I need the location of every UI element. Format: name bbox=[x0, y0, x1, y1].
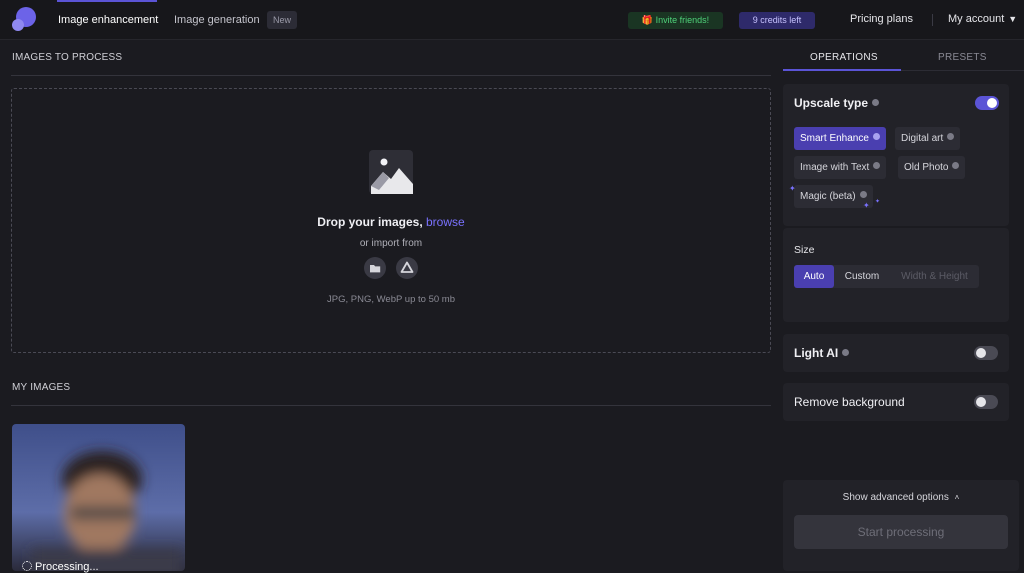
tab-operations[interactable]: OPERATIONS bbox=[810, 52, 878, 63]
upscale-option-image-with-text[interactable]: Image with Text bbox=[794, 156, 887, 179]
size-card: Size Auto Custom Width & Height bbox=[783, 228, 1009, 322]
size-heading: Size bbox=[794, 244, 815, 256]
info-icon[interactable] bbox=[947, 133, 955, 140]
light-ai-title: Light AI bbox=[794, 346, 839, 360]
upscale-option-smart-enhance[interactable]: Smart Enhance bbox=[794, 127, 886, 150]
processing-label: Processing... bbox=[35, 561, 99, 573]
show-advanced-options-button[interactable]: Show advanced options ˄ bbox=[783, 492, 1019, 503]
invite-friends-button[interactable]: 🎁 Invite friends! bbox=[628, 12, 723, 29]
remove-background-title: Remove background bbox=[794, 395, 905, 409]
image-placeholder-icon bbox=[369, 150, 413, 194]
file-format-hint: JPG, PNG, WebP up to 50 mb bbox=[327, 294, 455, 305]
size-option-custom[interactable]: Custom bbox=[838, 265, 886, 288]
upscale-type-toggle[interactable] bbox=[975, 96, 999, 110]
browse-link[interactable]: browse bbox=[426, 215, 465, 229]
remove-background-card: Remove background bbox=[783, 383, 1009, 421]
nav-image-enhancement[interactable]: Image enhancement bbox=[58, 13, 158, 27]
chip-label: Image with Text bbox=[800, 162, 870, 173]
upscale-type-heading: Upscale type bbox=[794, 96, 880, 110]
processing-status: Processing... bbox=[22, 561, 99, 573]
app-logo[interactable] bbox=[12, 7, 36, 31]
sparkle-icon: ✦ bbox=[863, 201, 870, 210]
info-icon[interactable] bbox=[842, 349, 850, 356]
active-tab-indicator bbox=[783, 69, 901, 71]
chip-label: Magic (beta) bbox=[800, 191, 856, 202]
sparkle-icon: ✦ bbox=[875, 199, 881, 205]
my-images-heading: MY IMAGES bbox=[12, 382, 71, 393]
chevron-up-icon: ˄ bbox=[954, 493, 960, 502]
top-bar: Image enhancement Image generation New 🎁… bbox=[0, 0, 1024, 40]
upscale-option-magic-beta[interactable]: Magic (beta) bbox=[794, 185, 873, 208]
my-account-menu[interactable]: My account ▼ bbox=[948, 13, 1017, 25]
tab-presets[interactable]: PRESETS bbox=[938, 52, 987, 63]
credits-badge[interactable]: 9 credits left bbox=[739, 12, 815, 29]
toggle-knob bbox=[976, 348, 986, 358]
size-segmented-control: Auto Custom Width & Height bbox=[794, 265, 979, 288]
toggle-knob bbox=[976, 397, 986, 407]
header-divider bbox=[932, 14, 933, 26]
show-advanced-options-label: Show advanced options bbox=[842, 492, 949, 503]
chip-label: Digital art bbox=[901, 133, 944, 144]
images-to-process-heading: IMAGES TO PROCESS bbox=[12, 52, 123, 63]
nav-image-generation[interactable]: Image generation bbox=[174, 13, 260, 27]
section-divider bbox=[11, 405, 771, 406]
light-ai-card: Light AI bbox=[783, 334, 1009, 372]
start-processing-button[interactable]: Start processing bbox=[794, 515, 1008, 549]
info-icon[interactable] bbox=[952, 162, 960, 169]
upscale-type-title: Upscale type bbox=[794, 96, 869, 110]
size-option-width-height: Width & Height bbox=[901, 271, 968, 282]
section-divider bbox=[11, 75, 771, 76]
logo-bubble-small bbox=[12, 19, 24, 31]
pricing-plans-link[interactable]: Pricing plans bbox=[850, 13, 913, 25]
chevron-down-icon: ▼ bbox=[1008, 14, 1018, 24]
image-thumbnail[interactable] bbox=[12, 424, 185, 571]
spinner-icon bbox=[22, 561, 32, 571]
remove-background-toggle[interactable] bbox=[974, 395, 998, 409]
my-account-label: My account bbox=[948, 13, 1005, 25]
new-badge: New bbox=[267, 11, 298, 29]
import-from-label: or import from bbox=[359, 238, 423, 249]
toggle-knob bbox=[987, 98, 997, 108]
info-icon[interactable] bbox=[859, 191, 867, 198]
info-icon[interactable] bbox=[872, 133, 880, 140]
size-option-auto[interactable]: Auto bbox=[794, 265, 834, 288]
upscale-option-old-photo[interactable]: Old Photo bbox=[898, 156, 966, 179]
folder-icon bbox=[370, 265, 381, 273]
light-ai-heading: Light AI bbox=[794, 346, 850, 360]
chip-label: Smart Enhance bbox=[800, 133, 869, 144]
dropzone-title: Drop your images, browse bbox=[0, 215, 782, 229]
nav-active-indicator bbox=[57, 0, 157, 2]
upscale-option-digital-art[interactable]: Digital art bbox=[895, 127, 961, 150]
chip-label: Old Photo bbox=[904, 162, 949, 173]
advanced-options-panel: Show advanced options ˄ Start processing bbox=[783, 480, 1019, 571]
folder-import-button[interactable] bbox=[364, 257, 386, 279]
google-drive-icon bbox=[400, 261, 414, 273]
info-icon[interactable] bbox=[873, 162, 881, 169]
google-drive-import-button[interactable] bbox=[396, 257, 418, 279]
upscale-type-card: Upscale type Smart Enhance Digital art I… bbox=[783, 84, 1009, 226]
light-ai-toggle[interactable] bbox=[974, 346, 998, 360]
sparkle-icon: ✦ bbox=[789, 184, 796, 193]
dropzone-title-text: Drop your images, bbox=[317, 215, 423, 229]
info-icon[interactable] bbox=[872, 99, 880, 106]
